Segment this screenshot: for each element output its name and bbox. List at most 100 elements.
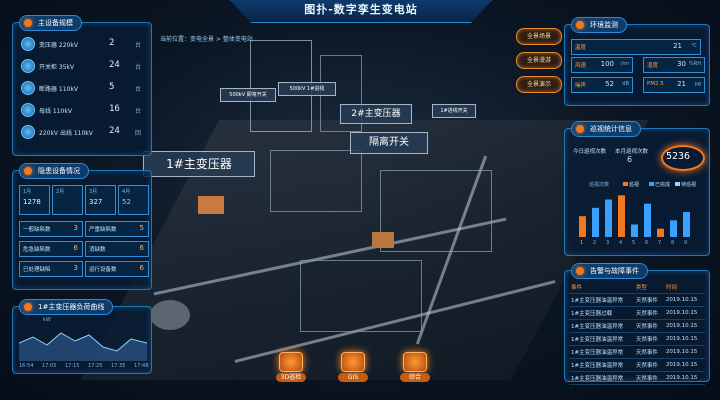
hazard-stat-label: 严重缺陷数	[89, 227, 117, 233]
table-row[interactable]: 1#主变压器油温异常 天然事件 2019.10.15	[569, 345, 705, 359]
table-cell: 2019.10.15	[663, 358, 705, 372]
hazard-stat[interactable]: 运行设备数 6	[85, 261, 149, 277]
scene-label-transformer-2[interactable]: 2#主变压器	[340, 104, 412, 124]
table-cell: 1#主变压器油温异常	[569, 319, 634, 333]
table-cell: 1#主变压器油温异常	[569, 332, 634, 346]
bottom-nav-button[interactable]: 3D巡检	[276, 352, 306, 382]
scene-label-transformer-1[interactable]: 1#主变压器	[143, 151, 255, 177]
table-row[interactable]: 1#主变压器油温异常 天然事件 2019.10.15	[569, 319, 705, 333]
legend-swatch	[623, 182, 628, 186]
hazard-month-value: 327	[89, 198, 103, 206]
panel-title: 隐患设备情况	[19, 163, 89, 179]
patrol-bar	[657, 228, 664, 237]
x-tick-label: 17:35	[111, 363, 126, 369]
table-cell: 天然事件	[633, 358, 664, 372]
patrol-x-label: 8	[671, 240, 674, 246]
hazard-month-box[interactable]: 4月 52	[118, 185, 149, 215]
x-tick-label: 16:54	[19, 363, 34, 369]
hazard-stat[interactable]: 消缺数 6	[85, 241, 149, 257]
device-count: 24	[109, 60, 120, 70]
nav-button[interactable]: 全景演示	[516, 76, 562, 93]
transformer-1[interactable]	[198, 196, 224, 214]
breadcrumb: 当前位置：变电全景 > 整体变电站	[160, 36, 253, 43]
device-count: 16	[109, 104, 120, 114]
device-icon	[21, 37, 35, 51]
scene-label-switch[interactable]: 隔离开关	[350, 132, 428, 154]
table-cell: 天然事件	[633, 319, 664, 333]
hazard-month-box[interactable]: 1月 1278	[19, 185, 50, 215]
patrol-bar	[618, 195, 625, 237]
hazard-stat[interactable]: 危急缺陷数 6	[19, 241, 83, 257]
device-label: 开关柜 35kV	[39, 64, 75, 71]
today-patrol-label: 今日巡视次数	[573, 149, 607, 155]
patrol-total-ring: 5236	[661, 145, 705, 171]
tank-cluster	[150, 300, 190, 330]
hazard-stat-value: 5	[139, 224, 144, 232]
device-label: 变压器 220kV	[39, 42, 78, 49]
nav-button[interactable]: 全景场景	[516, 28, 562, 45]
env-unit: %RH	[689, 61, 701, 67]
equipment-frame	[300, 260, 422, 332]
patrol-x-label: 2	[593, 240, 596, 246]
panel-title-text: 1#主变压器负荷曲线	[38, 303, 105, 311]
patrol-bar	[579, 216, 586, 237]
month-patrol-label: 本月巡视次数	[615, 149, 649, 155]
device-unit: 回	[135, 130, 142, 137]
patrol-bar	[631, 224, 638, 237]
env-label: PM2.5	[647, 81, 664, 87]
scene-label-line1[interactable]: 500kV 即将开关	[220, 88, 276, 102]
bottom-nav-button[interactable]: GIS	[338, 352, 368, 382]
patrol-bar	[592, 207, 599, 237]
load-curve-panel: 1#主变压器负荷曲线 kW 16:54 17:05 17:15 17:25 17:35 1…	[12, 299, 152, 374]
hazard-month-label: 4月	[122, 189, 131, 195]
bottom-nav-icon	[279, 352, 303, 372]
table-cell: 天然事件	[633, 332, 664, 346]
patrol-x-label: 5	[632, 240, 635, 246]
device-label: 母线 110kV	[39, 108, 72, 115]
patrol-bar-chart: 1 2 3 4 5 6 7 8 9	[579, 195, 690, 246]
table-cell: 2019.10.15	[663, 319, 705, 333]
env-label: 噪声	[575, 83, 587, 89]
hazard-month-box[interactable]: 2月	[52, 185, 83, 215]
hazard-month-label: 3月	[89, 189, 98, 195]
table-row[interactable]: 1#主变压器过载 天然事件 2019.10.15	[569, 306, 705, 320]
device-unit: 台	[135, 108, 142, 115]
transformer-2[interactable]	[372, 232, 394, 248]
table-header-cell: 事件	[569, 281, 634, 294]
panel-title-text: 隐患设备情况	[38, 167, 80, 175]
panel-dot-icon	[576, 125, 584, 133]
hazard-stat-value: 3	[73, 264, 78, 272]
hazard-stat[interactable]: 严重缺陷数 5	[85, 221, 149, 237]
month-patrol-value: 6	[627, 155, 633, 164]
device-icon	[21, 125, 35, 139]
scene-label-line2[interactable]: 500kV 1#进线	[278, 82, 336, 96]
table-cell: 2019.10.15	[663, 293, 705, 307]
env-unit: dB	[622, 81, 629, 87]
hazard-month-label: 2月	[56, 189, 65, 195]
table-cell: 1#主变压器油温异常	[569, 293, 634, 307]
panel-title: 环境监测	[571, 17, 627, 33]
hazard-stat[interactable]: 已处理缺陷 3	[19, 261, 83, 277]
patrol-stats-panel: 巡视统计信息 今日巡视次数 本月巡视次数 6 5236 巡视次数 巡视 已完成 待巡…	[564, 121, 710, 256]
panel-title: 主设备规模	[19, 15, 82, 31]
table-header-cell: 时间	[663, 281, 705, 294]
panel-dot-icon	[24, 167, 32, 175]
bottom-nav-icon	[341, 352, 365, 372]
hazard-panel: 隐患设备情况 1月 1278 2月 3月 327 4月 52 一般缺陷数 3 严重缺陷数 5 危急缺陷…	[12, 163, 152, 290]
hazard-stat[interactable]: 一般缺陷数 3	[19, 221, 83, 237]
patrol-x-label: 6	[645, 240, 648, 246]
table-row[interactable]: 1#主变压器油温异常 天然事件 2019.10.15	[569, 358, 705, 372]
env-value: 21	[673, 42, 682, 50]
bottom-nav-button[interactable]: 综合	[400, 352, 430, 382]
bottom-nav-label: 3D巡检	[276, 373, 306, 382]
table-cell: 1#主变压器油温异常	[569, 345, 634, 359]
table-row[interactable]: 1#主变压器油温异常 天然事件 2019.10.15	[569, 371, 705, 385]
scene-label-line3[interactable]: 1#进线开关	[432, 104, 476, 118]
env-metric: 噪声 52 dB	[571, 77, 633, 93]
nav-button[interactable]: 全景漫游	[516, 52, 562, 69]
hazard-month-box[interactable]: 3月 327	[85, 185, 116, 215]
device-icon	[21, 103, 35, 117]
env-label: 湿度	[647, 63, 659, 69]
table-row[interactable]: 1#主变压器油温异常 天然事件 2019.10.15	[569, 293, 705, 307]
table-row[interactable]: 1#主变压器油温异常 天然事件 2019.10.15	[569, 332, 705, 346]
